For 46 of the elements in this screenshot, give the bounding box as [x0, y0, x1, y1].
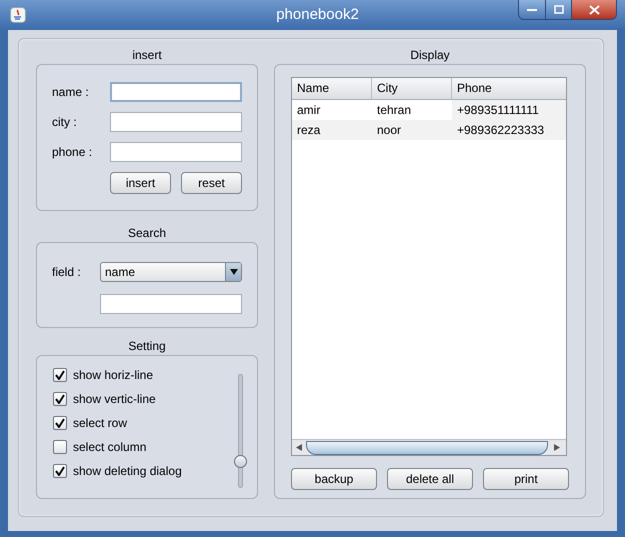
push-button[interactable]: backup	[291, 468, 377, 490]
push-button[interactable]: reset	[181, 172, 242, 194]
checkbox[interactable]	[53, 368, 67, 382]
field-label: phone :	[52, 144, 94, 161]
field-label: field :	[52, 264, 82, 281]
input-field[interactable]	[110, 142, 242, 162]
checkbox-label: show horiz-line	[73, 367, 154, 384]
slider-thumb[interactable]	[234, 455, 247, 468]
input-field[interactable]	[110, 112, 242, 132]
checkbox-label: show vertic-line	[73, 391, 156, 408]
maximize-button[interactable]	[546, 0, 572, 19]
input-field[interactable]	[110, 82, 242, 102]
maximize-icon	[554, 5, 564, 14]
checkbox-label: show deleting dialog	[73, 463, 182, 480]
group-title: Setting	[127, 338, 167, 355]
column-header[interactable]: Phone	[452, 78, 566, 99]
group-title: insert	[131, 47, 163, 64]
push-button[interactable]: delete all	[387, 468, 473, 490]
scrollbar-thumb[interactable]	[306, 440, 548, 454]
minimize-button[interactable]	[519, 0, 546, 19]
group-title: Display	[409, 47, 451, 64]
table-cell: +989351111111	[452, 100, 566, 120]
checkbox[interactable]	[53, 440, 67, 454]
column-header[interactable]: City	[372, 78, 452, 99]
close-icon	[588, 4, 600, 14]
table-cell-text: reza	[296, 122, 322, 139]
table-cell-text: noor	[376, 122, 402, 139]
checkbox[interactable]	[53, 464, 67, 478]
field-label: name :	[52, 84, 90, 101]
checkbox[interactable]	[53, 392, 67, 406]
minimize-icon	[527, 8, 537, 12]
column-header[interactable]: Name	[292, 78, 372, 99]
checkbox-label: select row	[73, 415, 128, 432]
app-icon	[10, 7, 26, 23]
checkbox[interactable]	[53, 416, 67, 430]
table-cell-text: tehran	[376, 102, 412, 119]
group-title: Search	[126, 225, 168, 242]
search-field[interactable]	[100, 294, 242, 314]
field-dropdown[interactable]: name	[100, 262, 242, 282]
field-label: city :	[52, 114, 78, 131]
push-button[interactable]: print	[483, 468, 569, 490]
checkbox-label: select column	[73, 439, 146, 456]
push-button[interactable]: insert	[110, 172, 171, 194]
window-title: phonebook2	[276, 4, 359, 25]
table-cell-text: amir	[296, 102, 322, 119]
close-button[interactable]	[572, 0, 616, 19]
